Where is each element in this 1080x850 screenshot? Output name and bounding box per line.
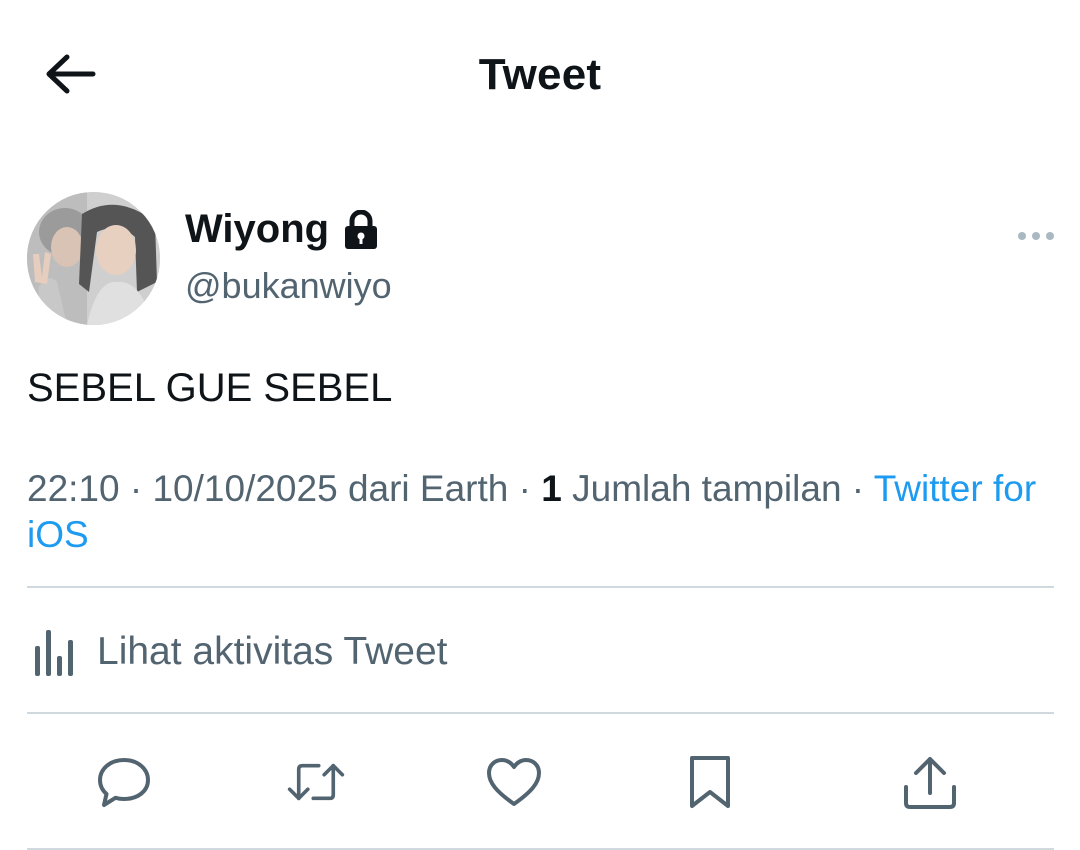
reply-button[interactable] [94,752,154,812]
separator: · [841,468,874,509]
top-bar: Tweet [0,0,1080,150]
retweet-icon [287,763,345,801]
share-icon [904,757,956,809]
view-count: 1 [541,468,562,509]
lock-icon [343,209,379,250]
more-options-button[interactable] [1012,220,1060,252]
bookmark-icon [690,756,730,808]
tweet-activity-label: Lihat aktivitas Tweet [97,630,448,673]
display-name[interactable]: Wiyong [185,207,329,252]
tweet-date[interactable]: 10/10/2025 [152,468,337,509]
tweet-time[interactable]: 22:10 [27,468,120,509]
author-name-row[interactable]: Wiyong [185,207,379,252]
avatar[interactable] [27,192,160,325]
divider [27,586,1054,588]
tweet-activity-button[interactable]: Lihat aktivitas Tweet [27,622,447,682]
separator: · [508,468,542,509]
divider [27,712,1054,714]
page-title: Tweet [478,50,602,99]
share-button[interactable] [900,752,960,812]
separator: · [119,468,153,509]
tweet-location: dari Earth [337,468,509,509]
bar-chart-icon [35,630,73,676]
tweet-metadata: 22:10 · 10/10/2025 dari Earth · 1 Jumlah… [27,466,1047,558]
bookmark-button[interactable] [680,752,740,812]
reply-icon [98,758,150,807]
profile-photo [27,192,160,325]
heart-icon [487,758,541,806]
more-dots-icon [1018,232,1054,240]
username-handle[interactable]: @bukanwiyo [185,265,392,307]
tweet-text: SEBEL GUE SEBEL [27,366,393,410]
retweet-button[interactable] [286,752,346,812]
view-count-label: Jumlah tampilan [561,468,842,509]
like-button[interactable] [484,752,544,812]
